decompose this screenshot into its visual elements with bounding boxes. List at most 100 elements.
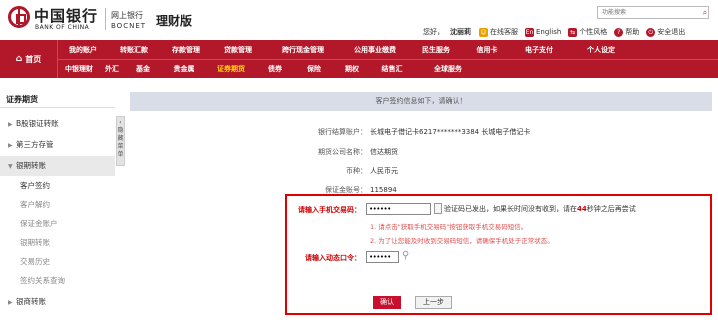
logo-english-name: BANK OF CHINA xyxy=(35,24,90,31)
link-english[interactable]: En English xyxy=(525,27,562,37)
logo-chinese-name: 中国银行 xyxy=(34,7,99,25)
user-nickname: 沈丽莉 xyxy=(450,28,471,36)
sidebar-item-bank-futures-transfer[interactable]: ▼ 银期转账 xyxy=(0,156,115,176)
main-nav: ⌂ 首页 我的账户 转账汇款 存款管理 贷款管理 跨行现金管理 公用事业缴费 民生服务 信用卡… xyxy=(0,40,718,78)
confirm-button[interactable]: 确认 xyxy=(373,296,401,309)
bank-logo-icon xyxy=(8,6,30,28)
field-value: 人民币元 xyxy=(370,167,398,175)
nav-home-label: 首页 xyxy=(25,54,42,64)
user-bar: 您好， 沈丽莉 ☺ 在线客服 En English ⇆ 个性风格 ? 帮助 ⏻ … xyxy=(423,26,692,38)
nav-secondary-item-8[interactable]: 结售汇 xyxy=(370,64,414,74)
nav-primary-item-8[interactable]: 电子支付 xyxy=(510,45,568,55)
sidebar-item-label: B股银证转账 xyxy=(16,119,59,128)
countdown-seconds: 44 xyxy=(577,205,587,213)
caret-right-icon: ▶ xyxy=(8,142,13,149)
caret-right-icon: ▶ xyxy=(8,299,13,306)
phone-code-input[interactable]: •••••• xyxy=(366,203,431,215)
sidebar-sub-margin-account[interactable]: 保证金账户 xyxy=(0,215,115,233)
caret-right-icon: ▶ xyxy=(8,121,13,128)
nav-secondary-item-0[interactable]: 中银理财 xyxy=(58,64,100,74)
dynamic-password-input[interactable]: •••••• xyxy=(366,251,399,263)
tip-line-2: 2. 为了让您能及时收到交易码短信，请确保手机处于正常状态。 xyxy=(370,237,554,245)
nav-secondary-item-9[interactable]: 全球服务 xyxy=(414,64,482,74)
customer-service-icon: ☺ xyxy=(479,27,488,37)
previous-step-button[interactable]: 上一步 xyxy=(415,296,452,309)
dynamic-password-label: 请输入动态口令： xyxy=(305,254,361,262)
nav-secondary-item-4[interactable]: 证券期货 xyxy=(206,64,256,74)
sidebar-item-label: 银商转账 xyxy=(16,297,46,306)
sidebar-item-third-party-custody[interactable]: ▶ 第三方存管 xyxy=(0,135,115,155)
nav-primary-item-1[interactable]: 转账汇款 xyxy=(108,45,160,55)
sidebar-sub-transaction-history[interactable]: 交易历史 xyxy=(0,253,115,271)
tip-line-1: 1. 请点击"获取手机交易码"按钮获取手机交易码短信。 xyxy=(370,223,528,231)
verify-text-a: 验证码已发出，如果长时间没有收到，请在 xyxy=(444,205,577,213)
nav-primary-item-4[interactable]: 跨行现金管理 xyxy=(264,45,342,55)
ebank-name-en: BOCNET xyxy=(111,22,147,30)
phone-code-label: 请输入手机交易码： xyxy=(298,206,361,214)
link-personal-style[interactable]: ⇆ 个性风格 xyxy=(568,27,607,37)
home-icon: ⌂ xyxy=(15,54,23,64)
sidebar-title: 证券期货 xyxy=(6,95,38,104)
field-value: 长城电子借记卡6217*******3384 长城电子借记卡 xyxy=(370,128,531,136)
nav-row-secondary: 中银理财 外汇 基金 贵金属 证券期货 债券 保险 期权 结售汇 全球服务 xyxy=(58,59,482,78)
nav-secondary-item-3[interactable]: 贵金属 xyxy=(162,64,206,74)
nav-primary-item-9[interactable]: 个人设定 xyxy=(568,45,634,55)
field-settlement-account: 银行结算账户： 长城电子借记卡6217*******3384 长城电子借记卡 xyxy=(130,125,712,139)
nav-primary-item-6[interactable]: 民生服务 xyxy=(408,45,464,55)
nav-secondary-item-1[interactable]: 外汇 xyxy=(100,64,124,74)
sidebar-item-bank-commerce-transfer[interactable]: ▶ 银商转账 xyxy=(0,292,115,312)
link-label: 帮助 xyxy=(625,28,640,36)
greeting-text: 您好， xyxy=(423,28,444,36)
sidebar-sub-bank-futures-transfer[interactable]: 银期转账 xyxy=(0,234,115,252)
logo-divider xyxy=(105,8,106,30)
link-label: 在线客服 xyxy=(490,28,518,36)
nav-primary-item-0[interactable]: 我的账户 xyxy=(58,45,108,55)
link-logout[interactable]: ⏻ 安全退出 xyxy=(646,27,685,37)
nav-primary-item-7[interactable]: 信用卡 xyxy=(464,45,510,55)
product-title: 理财版 xyxy=(156,14,193,28)
verify-status-text: 验证码已发出，如果长时间没有收到，请在44秒钟之后再尝试 xyxy=(444,204,636,214)
function-search-input[interactable] xyxy=(597,6,709,19)
field-futures-company: 期货公司名称： 信达期货 xyxy=(130,145,712,159)
link-label: 个性风格 xyxy=(579,28,608,36)
nav-primary-item-3[interactable]: 贷款管理 xyxy=(212,45,264,55)
sidebar-item-b-share-transfer[interactable]: ▶ B股银证转账 xyxy=(0,114,115,134)
style-icon: ⇆ xyxy=(568,27,578,37)
sidebar-sub-customer-signing[interactable]: 客户签约 xyxy=(0,177,115,195)
field-currency: 币种： 人民币元 xyxy=(130,164,712,178)
english-icon: En xyxy=(525,27,534,37)
link-label: 安全退出 xyxy=(657,28,686,36)
nav-home[interactable]: ⌂ 首页 xyxy=(0,40,58,78)
nav-row-primary: 我的账户 转账汇款 存款管理 贷款管理 跨行现金管理 公用事业缴费 民生服务 信用卡 电子支付个… xyxy=(58,40,634,59)
nav-secondary-item-5[interactable]: 债券 xyxy=(256,64,294,74)
field-label: 期货公司名称： xyxy=(318,148,367,156)
nav-secondary-item-6[interactable]: 保险 xyxy=(294,64,334,74)
chevron-left-icon: ‹ xyxy=(119,119,122,126)
link-help[interactable]: ? 帮助 xyxy=(614,27,639,37)
ebank-name-cn: 网上银行 xyxy=(111,11,143,20)
keyboard-icon[interactable] xyxy=(434,203,442,214)
sidebar-sub-customer-termination[interactable]: 客户解约 xyxy=(0,196,115,214)
verify-text-b: 秒钟之后再尝试 xyxy=(586,205,636,213)
sidebar-divider xyxy=(0,107,115,108)
field-value: 信达期货 xyxy=(370,148,398,156)
sidebar-item-label: 第三方存管 xyxy=(16,140,54,149)
sidebar: 证券期货 ▶ B股银证转账 ▶ 第三方存管 ▼ 银期转账 客户签约 客户解约 保证金账… xyxy=(0,86,115,332)
sidebar-sub-signing-query[interactable]: 签约关系查询 xyxy=(0,272,115,290)
caret-down-icon: ▼ xyxy=(8,163,13,170)
link-customer-service[interactable]: ☺ 在线客服 xyxy=(479,27,518,37)
key-icon: ⚲ xyxy=(402,250,410,261)
confirm-notice: 客户签约信息如下，请确认！ xyxy=(130,92,712,111)
link-label: English xyxy=(536,28,562,36)
header: 中国银行 BANK OF CHINA 网上银行 BOCNET 理财版 ⌕ 您好，… xyxy=(0,0,718,40)
nav-primary-item-5[interactable]: 公用事业缴费 xyxy=(342,45,408,55)
hide-menu-label: 隐藏菜单 xyxy=(117,127,124,158)
nav-primary-item-2[interactable]: 存款管理 xyxy=(160,45,212,55)
field-label: 银行结算账户： xyxy=(318,128,367,136)
search-icon[interactable]: ⌕ xyxy=(700,6,710,19)
hide-menu-tab[interactable]: ‹ 隐藏菜单 xyxy=(116,116,125,166)
logout-icon: ⏻ xyxy=(646,27,656,37)
nav-secondary-item-2[interactable]: 基金 xyxy=(124,64,162,74)
nav-secondary-item-7[interactable]: 期权 xyxy=(334,64,370,74)
sidebar-item-label: 银期转账 xyxy=(16,161,46,170)
